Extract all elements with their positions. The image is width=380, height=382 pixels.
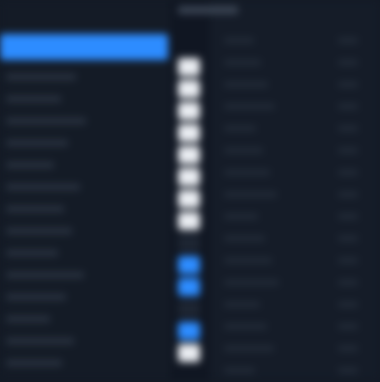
list-item[interactable]	[0, 264, 160, 286]
status-indicator[interactable]	[178, 234, 200, 252]
detail-label	[224, 280, 279, 285]
status-indicator[interactable]	[178, 212, 200, 230]
detail-value	[338, 192, 358, 197]
list-item[interactable]	[0, 286, 160, 308]
detail-value	[338, 236, 358, 241]
status-indicator[interactable]	[178, 256, 200, 274]
status-indicator[interactable]	[178, 322, 200, 340]
status-indicator[interactable]	[178, 278, 200, 296]
detail-label	[224, 148, 263, 153]
list-item-text	[6, 118, 86, 124]
status-indicator[interactable]	[178, 102, 200, 120]
detail-label	[224, 236, 265, 241]
detail-row	[220, 228, 370, 250]
detail-row	[220, 338, 370, 360]
detail-value	[338, 214, 358, 219]
detail-label	[224, 170, 270, 175]
detail-value	[338, 170, 358, 175]
list-item-text	[6, 360, 62, 366]
blurred-app-window	[0, 0, 380, 380]
detail-row	[220, 250, 370, 272]
detail-value	[338, 346, 358, 351]
detail-row	[220, 140, 370, 162]
detail-row	[220, 118, 370, 140]
detail-row	[220, 272, 370, 294]
detail-value	[338, 280, 358, 285]
list-item-text	[6, 316, 50, 322]
detail-label	[224, 38, 254, 43]
detail-value	[338, 258, 358, 263]
status-indicator[interactable]	[178, 124, 200, 142]
list-item-text	[6, 272, 84, 278]
list-item[interactable]	[0, 220, 160, 242]
list-item[interactable]	[0, 308, 160, 330]
detail-label	[224, 368, 255, 373]
detail-value	[338, 104, 358, 109]
detail-row	[220, 316, 370, 338]
detail-value	[338, 148, 358, 153]
detail-label	[224, 82, 268, 87]
list-item[interactable]	[0, 352, 160, 374]
list-item-text	[6, 74, 76, 80]
column-header	[178, 6, 238, 14]
detail-value	[338, 60, 358, 65]
detail-value	[338, 126, 358, 131]
detail-label	[224, 302, 260, 307]
detail-row	[220, 360, 370, 382]
status-indicator[interactable]	[178, 168, 200, 186]
list-item[interactable]	[0, 154, 160, 176]
list-item-text	[6, 162, 54, 168]
detail-label	[224, 104, 275, 109]
list-item[interactable]	[0, 110, 160, 132]
detail-value	[338, 368, 358, 373]
detail-label	[224, 192, 277, 197]
detail-row	[220, 52, 370, 74]
status-indicator[interactable]	[178, 80, 200, 98]
detail-row	[220, 184, 370, 206]
detail-label	[224, 60, 261, 65]
detail-value	[338, 324, 358, 329]
detail-value	[338, 82, 358, 87]
detail-row	[220, 206, 370, 228]
selected-list-row[interactable]	[0, 34, 168, 60]
list-item-text	[6, 250, 58, 256]
list-item-text	[6, 96, 61, 102]
status-indicator[interactable]	[178, 58, 200, 76]
status-indicator[interactable]	[178, 190, 200, 208]
list-item-text	[6, 140, 68, 146]
detail-row	[220, 30, 370, 52]
detail-value	[338, 38, 358, 43]
status-indicator[interactable]	[178, 300, 200, 318]
list-item[interactable]	[0, 88, 160, 110]
list-item[interactable]	[0, 132, 160, 154]
detail-label	[224, 346, 274, 351]
list-item-text	[6, 338, 74, 344]
list-item[interactable]	[0, 330, 160, 352]
list-item[interactable]	[0, 66, 160, 88]
detail-row	[220, 162, 370, 184]
detail-row	[220, 96, 370, 118]
detail-label	[224, 126, 256, 131]
detail-row	[220, 294, 370, 316]
list-item-text	[6, 184, 80, 190]
list-item-text	[6, 228, 72, 234]
detail-value	[338, 302, 358, 307]
list-item[interactable]	[0, 198, 160, 220]
status-indicator[interactable]	[178, 146, 200, 164]
list-item-text	[6, 294, 66, 300]
list-item[interactable]	[0, 242, 160, 264]
list-item[interactable]	[0, 176, 160, 198]
list-item-text	[6, 206, 64, 212]
detail-label	[224, 258, 272, 263]
detail-label	[224, 324, 267, 329]
detail-label	[224, 214, 258, 219]
detail-row	[220, 74, 370, 96]
status-indicator[interactable]	[178, 344, 200, 362]
